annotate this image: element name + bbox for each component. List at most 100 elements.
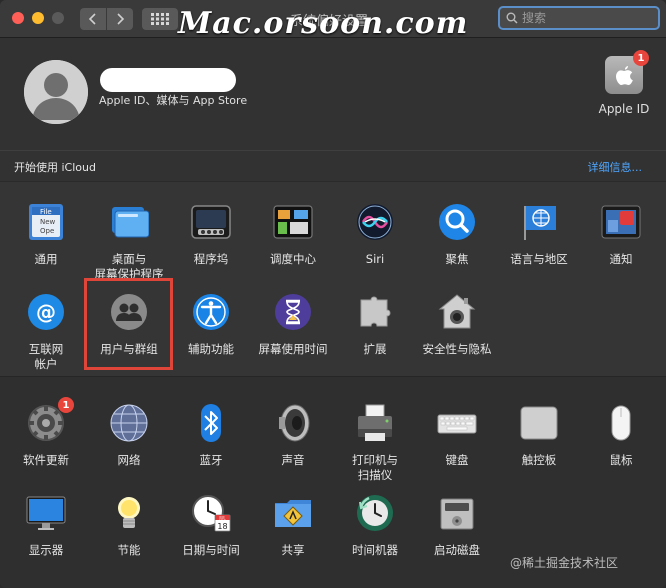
pref-sound[interactable]: 声音: [252, 403, 334, 468]
pref-label: 节能: [117, 543, 141, 557]
pref-accessibility[interactable]: 辅助功能: [170, 292, 252, 357]
icloud-banner: 开始使用 iCloud 详细信息...: [0, 150, 666, 180]
pref-label: 启动磁盘: [434, 543, 480, 557]
pref-time-machine[interactable]: 时间机器: [334, 493, 416, 558]
pref-printers-scanners[interactable]: 打印机与 扫描仪: [334, 403, 416, 483]
apple-logo-icon: 1: [605, 50, 649, 94]
pref-label: 屏幕使用时间: [258, 342, 328, 356]
minimize-button[interactable]: [32, 12, 44, 24]
pref-sharing[interactable]: 共享: [252, 493, 334, 558]
pref-label: 调度中心: [270, 252, 316, 266]
pref-label: 扩展: [363, 342, 387, 356]
person-icon: [24, 60, 88, 124]
site-watermark: Mac.orsoon.com: [178, 6, 469, 41]
pref-siri[interactable]: Siri: [334, 202, 416, 267]
pref-general[interactable]: File New Ope 通用: [5, 202, 87, 267]
pref-language-region[interactable]: 语言与地区: [498, 202, 580, 267]
pref-label: 声音: [281, 453, 305, 467]
pref-energy-saver[interactable]: 节能: [88, 493, 170, 558]
apple-id-label: Apple ID: [598, 102, 650, 116]
mission-control-icon: [273, 202, 313, 242]
pref-label: 日期与时间: [182, 543, 240, 557]
users-groups-highlight: [84, 278, 173, 370]
footer-watermark: @稀土掘金技术社区: [510, 556, 619, 570]
back-button[interactable]: [80, 8, 106, 30]
sharing-icon: [273, 493, 313, 533]
pref-bluetooth[interactable]: 蓝牙: [170, 403, 252, 468]
search-input[interactable]: [522, 11, 652, 25]
icloud-prompt: 开始使用 iCloud: [14, 161, 96, 174]
account-header: Apple ID、媒体与 App Store 1 Apple ID: [0, 38, 666, 150]
show-all-button[interactable]: [142, 8, 178, 30]
accessibility-icon: [191, 292, 231, 332]
time-machine-icon: [355, 493, 395, 533]
sound-icon: [273, 403, 313, 443]
pref-label: 程序坞: [193, 252, 229, 266]
trackpad-icon: [519, 403, 559, 443]
pref-desktop-screensaver[interactable]: 桌面与 屏幕保护程序: [88, 202, 170, 282]
search-field[interactable]: [498, 6, 660, 30]
mouse-icon: [601, 403, 641, 443]
pref-security-privacy[interactable]: 安全性与隐私: [416, 292, 498, 357]
pref-label: 通用: [34, 252, 58, 266]
screen-time-icon: [273, 292, 313, 332]
account-subtitle: Apple ID、媒体与 App Store: [99, 94, 248, 107]
system-preferences-window: 系统偏好设置 Mac.orsoon.com Apple ID、媒体与 App S…: [0, 0, 666, 588]
pref-label: 安全性与隐私: [422, 342, 492, 356]
displays-icon: [26, 493, 66, 533]
pref-extensions[interactable]: 扩展: [334, 292, 416, 357]
title-bar: 系统偏好设置 Mac.orsoon.com: [0, 0, 666, 41]
pref-label: 通知: [609, 252, 633, 266]
pref-date-time[interactable]: JUL 18 日期与时间: [170, 493, 252, 558]
pref-screen-time[interactable]: 屏幕使用时间: [252, 292, 334, 357]
language-region-icon: [519, 202, 559, 242]
svg-text:Ope: Ope: [40, 227, 54, 235]
pref-label: 软件更新: [23, 453, 69, 467]
startup-disk-icon: [437, 493, 477, 533]
pref-label: 打印机与 扫描仪: [352, 453, 398, 482]
svg-text:File: File: [40, 208, 52, 216]
date-time-icon: JUL 18: [191, 493, 231, 533]
internet-accounts-icon: @: [26, 292, 66, 332]
user-avatar[interactable]: [24, 60, 88, 124]
forward-button[interactable]: [107, 8, 133, 30]
pref-software-update[interactable]: 1 软件更新: [5, 397, 87, 468]
energy-saver-icon: [109, 493, 149, 533]
details-link[interactable]: 详细信息...: [588, 159, 643, 175]
redacted-user-name: [100, 68, 236, 92]
software-update-icon: 1: [26, 397, 74, 443]
notifications-icon: [601, 202, 641, 242]
close-button[interactable]: [12, 12, 24, 24]
pref-network[interactable]: 网络: [88, 403, 170, 468]
general-icon: File New Ope: [26, 202, 66, 242]
spotlight-icon: [437, 202, 477, 242]
search-icon: [506, 12, 518, 24]
pref-label: 语言与地区: [510, 252, 568, 266]
pref-mission-control[interactable]: 调度中心: [252, 202, 334, 267]
pref-mouse[interactable]: 鼠标: [580, 403, 662, 468]
desktop-screensaver-icon: [109, 202, 150, 242]
pref-spotlight[interactable]: 聚焦: [416, 202, 498, 267]
pref-internet-accounts[interactable]: @ 互联网 帐户: [5, 292, 87, 372]
pref-startup-disk[interactable]: 启动磁盘: [416, 493, 498, 558]
pref-notifications[interactable]: 通知: [580, 202, 662, 267]
keyboard-icon: [437, 403, 477, 443]
pref-trackpad[interactable]: 触控板: [498, 403, 580, 468]
pref-label: 网络: [117, 453, 141, 467]
software-update-badge: 1: [58, 397, 74, 413]
pref-keyboard[interactable]: 键盘: [416, 403, 498, 468]
pref-label: 时间机器: [352, 543, 398, 557]
pref-label: 触控板: [521, 453, 557, 467]
zoom-button[interactable]: [52, 12, 64, 24]
network-icon: [109, 403, 149, 443]
pref-label: Siri: [365, 252, 385, 266]
calendar-day-label: 18: [217, 522, 227, 531]
extensions-icon: [355, 292, 395, 332]
pref-label: 键盘: [445, 453, 469, 467]
apple-id-button[interactable]: 1 Apple ID: [596, 50, 652, 116]
calendar-month-label: JUL: [218, 515, 226, 520]
pref-label: 鼠标: [609, 453, 633, 467]
pref-displays[interactable]: 显示器: [5, 493, 87, 558]
pref-dock[interactable]: 程序坞: [170, 202, 252, 267]
apple-id-badge: 1: [633, 50, 649, 66]
